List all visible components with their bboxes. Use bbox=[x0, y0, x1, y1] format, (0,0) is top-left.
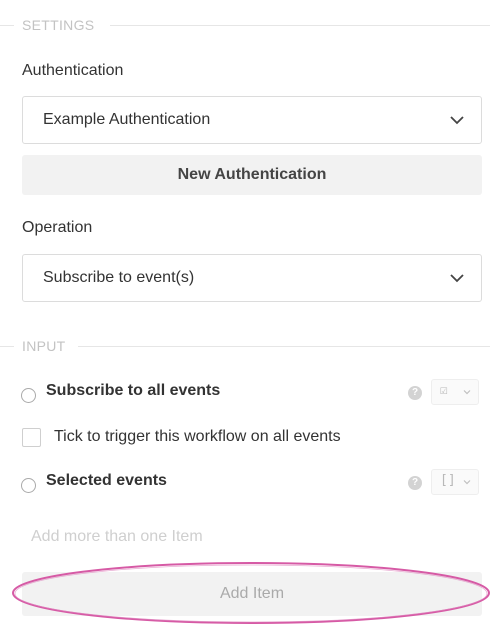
selected-events-radio[interactable] bbox=[21, 478, 36, 493]
settings-section-title: SETTINGS bbox=[22, 17, 95, 33]
trigger-all-checkbox[interactable] bbox=[22, 428, 41, 447]
new-authentication-button[interactable]: New Authentication bbox=[22, 155, 482, 195]
divider bbox=[0, 346, 14, 347]
subscribe-all-label: Subscribe to all events bbox=[46, 382, 221, 399]
chevron-down-icon bbox=[450, 274, 464, 283]
input-section-header: INPUT bbox=[0, 337, 500, 357]
type-selector-boolean[interactable]: ☑ bbox=[431, 379, 479, 405]
checkbox-type-icon: ☑ bbox=[440, 383, 448, 398]
chevron-down-icon bbox=[450, 116, 464, 125]
selected-events-label: Selected events bbox=[46, 472, 167, 489]
operation-label: Operation bbox=[22, 219, 93, 236]
help-icon[interactable]: ? bbox=[408, 386, 422, 400]
add-more-placeholder: Add more than one Item bbox=[31, 528, 203, 545]
operation-select[interactable]: Subscribe to event(s) bbox=[22, 254, 482, 302]
divider bbox=[110, 25, 490, 26]
array-type-icon: [] bbox=[440, 473, 456, 488]
authentication-label: Authentication bbox=[22, 62, 124, 79]
input-section-title: INPUT bbox=[22, 338, 66, 354]
chevron-down-icon bbox=[463, 390, 471, 395]
operation-value: Subscribe to event(s) bbox=[43, 269, 195, 286]
settings-section-header: SETTINGS bbox=[0, 16, 500, 36]
type-selector-array[interactable]: [] bbox=[431, 469, 479, 495]
authentication-select[interactable]: Example Authentication bbox=[22, 96, 482, 144]
trigger-all-checkbox-label: Tick to trigger this workflow on all eve… bbox=[54, 428, 341, 445]
subscribe-all-radio[interactable] bbox=[21, 388, 36, 403]
divider bbox=[0, 25, 14, 26]
help-icon[interactable]: ? bbox=[408, 476, 422, 490]
divider bbox=[78, 346, 490, 347]
add-item-button[interactable]: Add Item bbox=[22, 572, 482, 616]
authentication-value: Example Authentication bbox=[43, 111, 211, 128]
chevron-down-icon bbox=[463, 480, 471, 485]
